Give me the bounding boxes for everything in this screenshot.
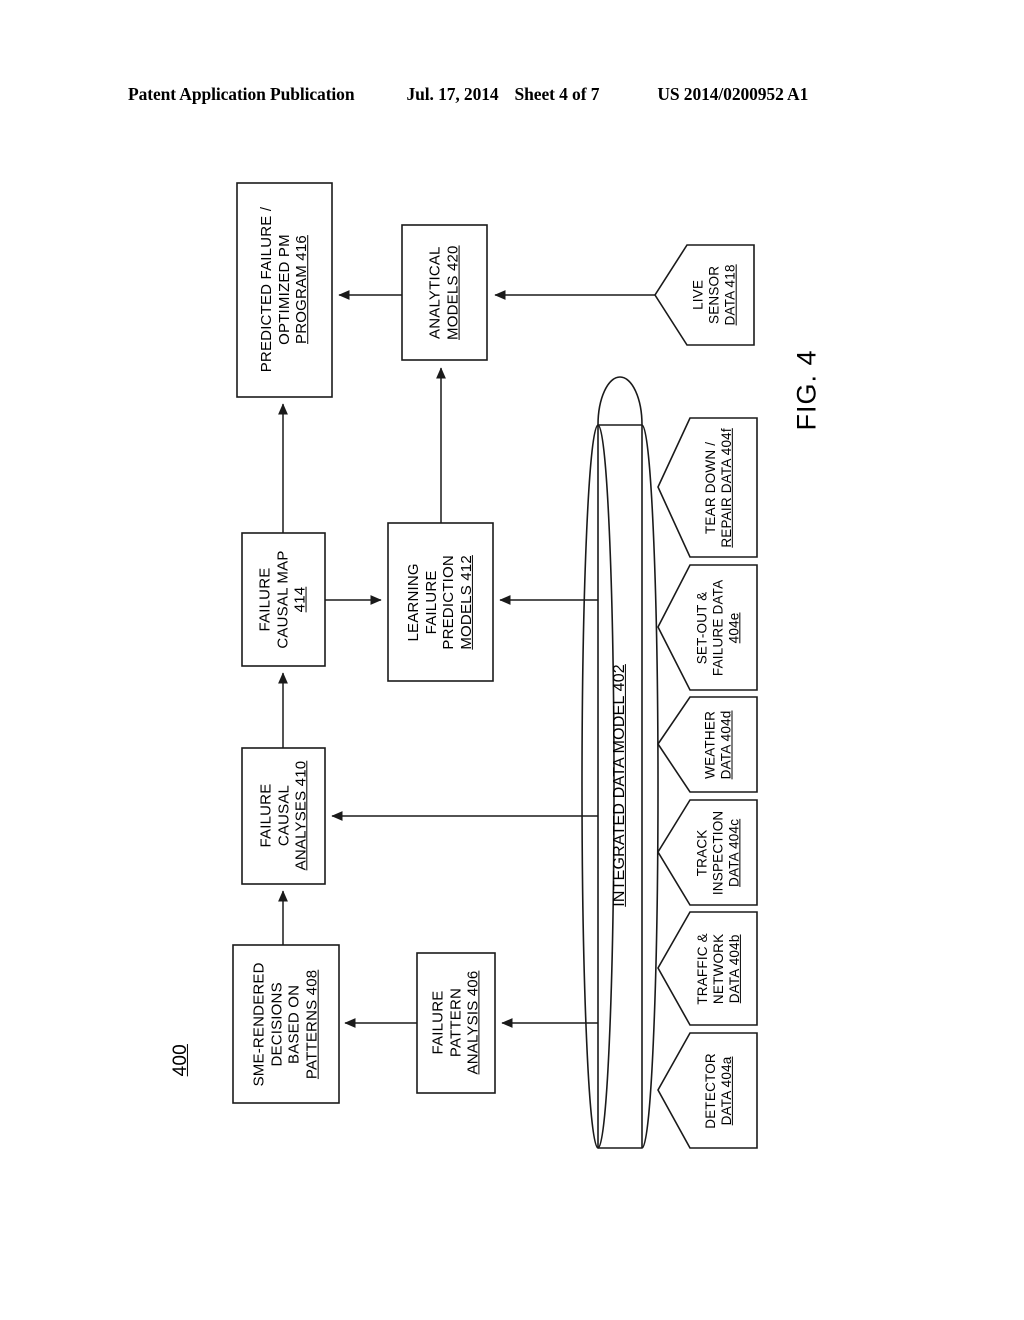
- node-shape-404e: [657, 564, 758, 691]
- diagram-canvas: [232, 182, 758, 1149]
- node-shape-418: [654, 244, 755, 346]
- node-shape-416: [236, 182, 333, 398]
- node-shape-412: [387, 522, 494, 682]
- node-shape-414: [241, 532, 326, 667]
- node-shape-404c: [657, 799, 758, 906]
- node-shape-402-body: [597, 425, 643, 1148]
- node-shape-404b: [657, 911, 758, 1026]
- node-shape-410: [241, 747, 326, 885]
- node-shape-420: [401, 224, 488, 361]
- node-shape-404f: [657, 417, 758, 558]
- node-shape-406: [416, 952, 496, 1094]
- node-shape-404a: [657, 1032, 758, 1149]
- node-shape-408: [232, 944, 340, 1104]
- node-shape-402-end-right: [641, 424, 659, 1149]
- figure-4-diagram: FIG. 4 400 PREDICTED FAILURE / OPTIMIZED…: [0, 0, 1024, 1320]
- node-shape-404d: [657, 696, 758, 793]
- node-shape-402-cap-top: [597, 376, 643, 426]
